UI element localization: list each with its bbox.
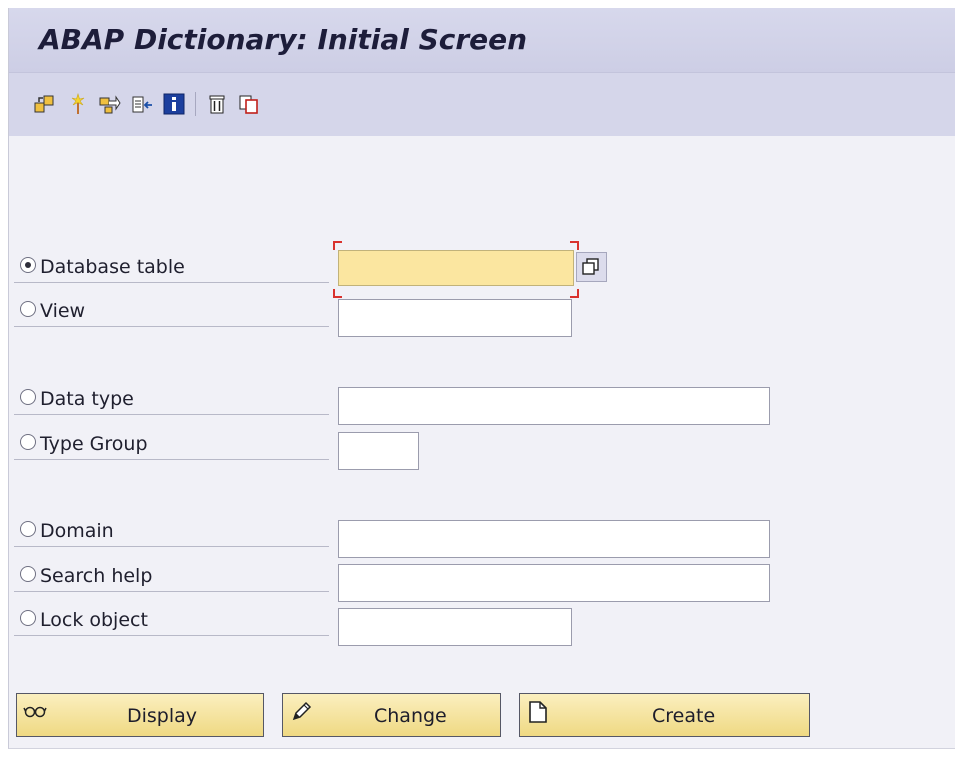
row-divider xyxy=(14,546,329,547)
create-button[interactable]: Create xyxy=(519,693,810,737)
value-help-button[interactable] xyxy=(576,252,607,282)
row-divider xyxy=(14,635,329,636)
domain-radio[interactable] xyxy=(20,521,36,537)
search-help-radio[interactable] xyxy=(20,566,36,582)
display-button-label: Display xyxy=(127,705,198,727)
pencil-icon xyxy=(289,700,313,724)
search-help-label: Search help xyxy=(40,565,153,587)
type-group-label: Type Group xyxy=(40,433,148,455)
toolbar-separator xyxy=(195,92,196,116)
view-label: View xyxy=(40,300,86,322)
database-table-input[interactable] xyxy=(338,250,574,286)
data-type-label: Data type xyxy=(40,388,134,410)
copy-icon[interactable] xyxy=(238,93,260,115)
view-radio[interactable] xyxy=(20,301,36,317)
radio-selected-dot xyxy=(25,262,31,268)
lock-object-input[interactable] xyxy=(338,608,572,646)
page-title: ABAP Dictionary: Initial Screen xyxy=(39,23,528,56)
value-help-icon xyxy=(582,258,599,275)
other-object-icon[interactable] xyxy=(33,93,55,115)
delete-icon[interactable] xyxy=(206,93,228,115)
row-divider xyxy=(14,414,329,415)
application-toolbar xyxy=(9,73,955,136)
focus-corner-top-left xyxy=(333,241,342,250)
info-icon[interactable] xyxy=(163,93,185,115)
glasses-icon xyxy=(23,700,47,724)
row-divider xyxy=(14,591,329,592)
change-button[interactable]: Change xyxy=(282,693,501,737)
selection-area: Database table View Data type Type Group… xyxy=(9,136,955,748)
row-divider xyxy=(14,326,329,327)
new-document-icon xyxy=(526,700,550,724)
lock-object-label: Lock object xyxy=(40,609,148,631)
row-divider xyxy=(14,459,329,460)
generate-icon[interactable] xyxy=(67,92,89,115)
view-input[interactable] xyxy=(338,299,572,337)
type-group-input[interactable] xyxy=(338,432,419,470)
row-divider xyxy=(14,282,329,283)
type-group-radio[interactable] xyxy=(20,434,36,450)
focus-corner-top-right xyxy=(570,241,579,250)
change-button-label: Change xyxy=(374,705,447,727)
lock-object-radio[interactable] xyxy=(20,610,36,626)
extend-icon[interactable] xyxy=(131,93,153,115)
sap-window: ABAP Dictionary: Initial Screen Database… xyxy=(8,8,955,749)
title-bar: ABAP Dictionary: Initial Screen xyxy=(9,8,955,73)
option-row-type-group: Type Group xyxy=(9,426,955,460)
search-help-input[interactable] xyxy=(338,564,770,602)
domain-label: Domain xyxy=(40,520,114,542)
where-used-icon[interactable] xyxy=(99,93,121,115)
display-button[interactable]: Display xyxy=(16,693,264,737)
data-type-radio[interactable] xyxy=(20,389,36,405)
database-table-radio[interactable] xyxy=(20,257,36,273)
database-table-label: Database table xyxy=(40,256,185,278)
data-type-input[interactable] xyxy=(338,387,770,425)
domain-input[interactable] xyxy=(338,520,770,558)
create-button-label: Create xyxy=(652,705,716,727)
